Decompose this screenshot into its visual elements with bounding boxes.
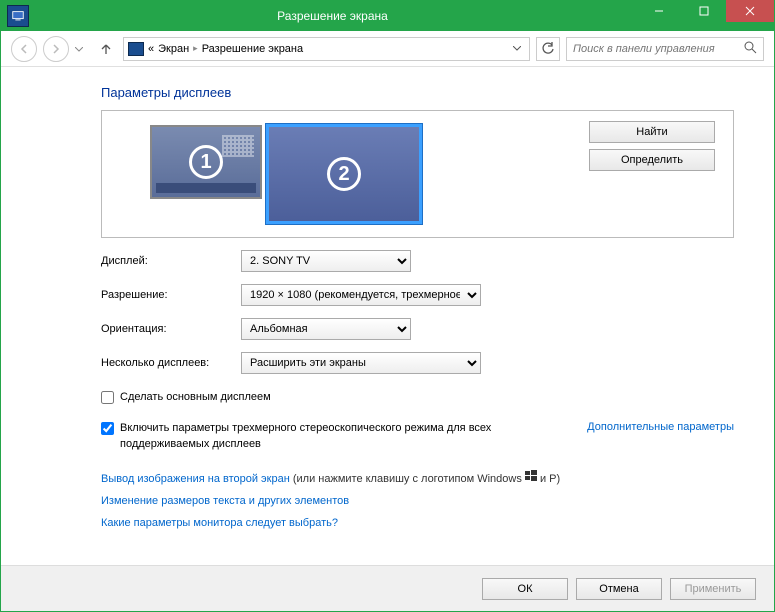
page-heading: Параметры дисплеев	[101, 85, 734, 100]
breadcrumb-item[interactable]: Разрешение экрана	[202, 43, 303, 55]
monitor-number: 1	[189, 145, 223, 179]
up-button[interactable]	[95, 38, 117, 60]
maximize-button[interactable]	[681, 0, 726, 22]
forward-button[interactable]	[43, 36, 69, 62]
project-text: (или нажмите клавишу с логотипом Windows	[290, 473, 525, 485]
toolbar: « Экран ▸ Разрешение экрана	[1, 31, 774, 67]
breadcrumb[interactable]: « Экран ▸ Разрешение экрана	[123, 37, 530, 61]
display-label: Дисплей:	[101, 255, 241, 267]
detect-button[interactable]: Определить	[589, 149, 715, 171]
orientation-select[interactable]: Альбомная	[241, 318, 411, 340]
apply-button[interactable]: Применить	[670, 578, 756, 600]
find-button[interactable]: Найти	[589, 121, 715, 143]
search-icon[interactable]	[744, 41, 757, 57]
chevron-down-icon[interactable]	[513, 43, 521, 55]
back-button[interactable]	[11, 36, 37, 62]
monitor-2[interactable]: 2	[266, 124, 422, 224]
titlebar: Разрешение экрана	[1, 1, 774, 31]
resolution-label: Разрешение:	[101, 289, 241, 301]
chevron-right-icon: ▸	[193, 43, 198, 54]
primary-display-checkbox[interactable]	[101, 391, 114, 404]
taskbar-decoration	[156, 183, 256, 193]
close-button[interactable]	[726, 0, 774, 22]
cancel-button[interactable]: Отмена	[576, 578, 662, 600]
minimize-button[interactable]	[636, 0, 681, 22]
history-dropdown-icon[interactable]	[75, 42, 89, 56]
monitor-number: 2	[327, 157, 361, 191]
multi-display-label: Несколько дисплеев:	[101, 357, 241, 369]
grid-decoration	[222, 135, 254, 157]
refresh-button[interactable]	[536, 37, 560, 61]
stereo-checkbox[interactable]	[101, 422, 114, 435]
primary-display-label: Сделать основным дисплеем	[120, 390, 271, 405]
search-box[interactable]	[566, 37, 764, 61]
display-preview-area: 1 2 Найти Определить	[101, 110, 734, 238]
ok-button[interactable]: ОК	[482, 578, 568, 600]
app-icon	[7, 5, 29, 27]
window-title: Разрешение экрана	[29, 9, 636, 23]
breadcrumb-item[interactable]: Экран	[158, 43, 189, 55]
screen-icon	[128, 42, 144, 56]
stereo-label: Включить параметры трехмерного стереоско…	[120, 421, 500, 452]
breadcrumb-sep: «	[148, 43, 154, 55]
search-input[interactable]	[573, 43, 744, 55]
text-size-link[interactable]: Изменение размеров текста и других элеме…	[101, 495, 349, 507]
which-settings-link[interactable]: Какие параметры монитора следует выбрать…	[101, 517, 338, 529]
footer: ОК Отмена Применить	[1, 565, 774, 611]
windows-logo-icon	[525, 468, 537, 490]
project-link[interactable]: Вывод изображения на второй экран	[101, 473, 290, 485]
multi-display-select[interactable]: Расширить эти экраны	[241, 352, 481, 374]
orientation-label: Ориентация:	[101, 323, 241, 335]
resolution-select[interactable]: 1920 × 1080 (рекомендуется, трехмерное)	[241, 284, 481, 306]
project-text-2: и P)	[537, 473, 560, 485]
display-select[interactable]: 2. SONY TV	[241, 250, 411, 272]
monitor-1[interactable]: 1	[150, 125, 262, 199]
advanced-settings-link[interactable]: Дополнительные параметры	[587, 421, 734, 433]
